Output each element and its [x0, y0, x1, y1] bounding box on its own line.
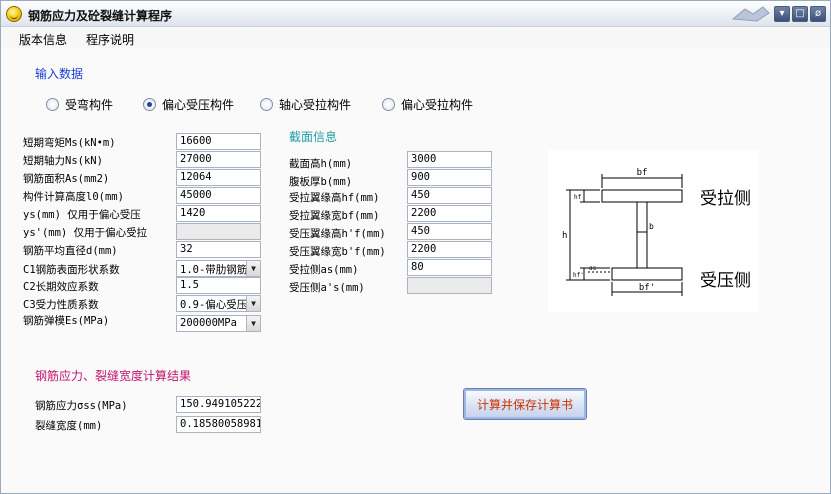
hf-prime-label: hf' [573, 272, 584, 279]
menu-version-info[interactable]: 版本信息 [19, 31, 67, 48]
radio-label: 偏心受拉构件 [401, 97, 474, 112]
calc-height-label: 构件计算高度l0(mm) [23, 191, 124, 203]
compression-cover-label: 受压侧a's(mm) [289, 282, 365, 294]
section-height-input[interactable]: 3000 [407, 151, 492, 168]
window-title: 钢筋应力及砼裂缝计算程序 [28, 9, 173, 23]
calculate-and-save-button[interactable]: 计算并保存计算书 [463, 388, 587, 420]
tension-flange-width-label: 受拉翼缘宽bf(mm) [289, 210, 380, 222]
compression-flange-height-label: 受压翼缘高h'f(mm) [289, 228, 386, 240]
crack-width-label: 裂缝宽度(mm) [35, 420, 103, 432]
ys-prime-input[interactable] [176, 223, 261, 240]
c1-select[interactable]: 1.0-带肋钢筋 ▼ [176, 260, 261, 277]
radio-label: 受弯构件 [65, 97, 114, 112]
radio-button-icon[interactable] [46, 97, 59, 111]
compression-flange-width-label: 受压翼缘宽b'f(mm) [289, 246, 386, 258]
web-thickness-input[interactable]: 900 [407, 169, 492, 186]
title-bar[interactable]: 钢筋应力及砼裂缝计算程序 ▾ □ ø [1, 1, 830, 27]
h-label: h [562, 231, 567, 241]
ys-label: ys(mm) 仅用于偏心受压 [23, 209, 141, 221]
c3-select-value: 0.9-偏心受压 [180, 299, 248, 311]
input-section-title: 输入数据 [35, 67, 84, 81]
es-select-value: 200000MPa [180, 317, 237, 329]
close-button[interactable]: ø [810, 6, 826, 22]
c3-label: C3受力性质系数 [23, 299, 99, 311]
stress-label: 钢筋应力σss(MPa) [35, 400, 128, 412]
tension-cover-label: 受拉侧as(mm) [289, 264, 359, 276]
stress-output[interactable]: 150.949105222 [176, 396, 261, 413]
results-title: 钢筋应力、裂缝宽度计算结果 [35, 369, 192, 383]
c1-select-value: 1.0-带肋钢筋 [180, 264, 248, 276]
i-section-diagram: bf bf' h b hf hf' as 受拉侧 受压侧 [548, 150, 759, 312]
section-info-title: 截面信息 [289, 130, 338, 144]
crack-width-output[interactable]: 0.18580058981 [176, 416, 261, 433]
radio-bending-member[interactable]: 受弯构件 [46, 96, 113, 112]
compression-flange-height-input[interactable]: 450 [407, 223, 492, 240]
c2-input[interactable]: 1.5 [176, 277, 261, 294]
menu-program-help[interactable]: 程序说明 [86, 31, 134, 48]
radio-button-icon[interactable] [260, 97, 273, 111]
tension-flange-height-input[interactable]: 450 [407, 187, 492, 204]
radio-eccentric-tension[interactable]: 偏心受拉构件 [382, 96, 473, 112]
radio-button-selected-icon[interactable] [143, 97, 156, 111]
radio-axial-tension[interactable]: 轴心受拉构件 [260, 96, 351, 112]
hf-label: hf [574, 194, 582, 201]
dropdown-arrow-icon[interactable]: ▼ [246, 296, 260, 311]
bar-diameter-label: 钢筋平均直径d(mm) [23, 245, 118, 257]
decoration-icon [731, 6, 770, 22]
rebar-area-label: 钢筋面积As(mm2) [23, 173, 110, 185]
dropdown-arrow-icon[interactable]: ▼ [246, 261, 260, 276]
c2-label: C2长期效应系数 [23, 281, 99, 293]
minimize-button[interactable]: ▾ [774, 6, 790, 22]
radio-button-icon[interactable] [382, 97, 395, 111]
bf-label: bf [637, 168, 648, 178]
moment-label: 短期弯矩Ms(kN•m) [23, 137, 116, 149]
smiley-app-icon [6, 6, 22, 22]
menu-bar: 版本信息 程序说明 [1, 28, 830, 48]
axial-force-label: 短期轴力Ns(kN) [23, 155, 103, 167]
web-thickness-label: 腹板厚b(mm) [289, 176, 353, 188]
radio-label: 轴心受拉构件 [279, 97, 352, 112]
compression-flange-width-input[interactable]: 2200 [407, 241, 492, 258]
es-select[interactable]: 200000MPa ▼ [176, 315, 261, 332]
radio-eccentric-compression[interactable]: 偏心受压构件 [143, 96, 234, 112]
moment-input[interactable]: 16600 [176, 133, 261, 150]
dropdown-arrow-icon[interactable]: ▼ [246, 316, 260, 331]
b-label: b [649, 222, 654, 231]
bf-prime-label: bf' [639, 283, 655, 293]
compression-cover-input[interactable] [407, 277, 492, 294]
calc-height-input[interactable]: 45000 [176, 187, 261, 204]
tension-side-label: 受拉侧 [700, 189, 751, 209]
i-beam-section-icon: bf bf' h b hf hf' as 受拉侧 受压侧 [562, 168, 751, 296]
maximize-button[interactable]: □ [792, 6, 808, 22]
tension-cover-input[interactable]: 80 [407, 259, 492, 276]
axial-force-input[interactable]: 27000 [176, 151, 261, 168]
tension-flange-height-label: 受拉翼缘高hf(mm) [289, 192, 380, 204]
es-label: 钢筋弹模Es(MPa) [23, 315, 110, 327]
ys-prime-label: ys'(mm) 仅用于偏心受拉 [23, 227, 148, 239]
bar-diameter-input[interactable]: 32 [176, 241, 261, 258]
as-label: as [589, 265, 597, 272]
c1-label: C1钢筋表面形状系数 [23, 264, 120, 276]
c3-select[interactable]: 0.9-偏心受压 ▼ [176, 295, 261, 312]
tension-flange-width-input[interactable]: 2200 [407, 205, 492, 222]
radio-label: 偏心受压构件 [162, 97, 235, 112]
rebar-area-input[interactable]: 12064 [176, 169, 261, 186]
compression-side-label: 受压侧 [700, 271, 751, 291]
ys-input[interactable]: 1420 [176, 205, 261, 222]
app-window: 钢筋应力及砼裂缝计算程序 ▾ □ ø 版本信息 程序说明 输入数据 受弯构件 偏… [0, 0, 831, 494]
section-height-label: 截面高h(mm) [289, 158, 353, 170]
